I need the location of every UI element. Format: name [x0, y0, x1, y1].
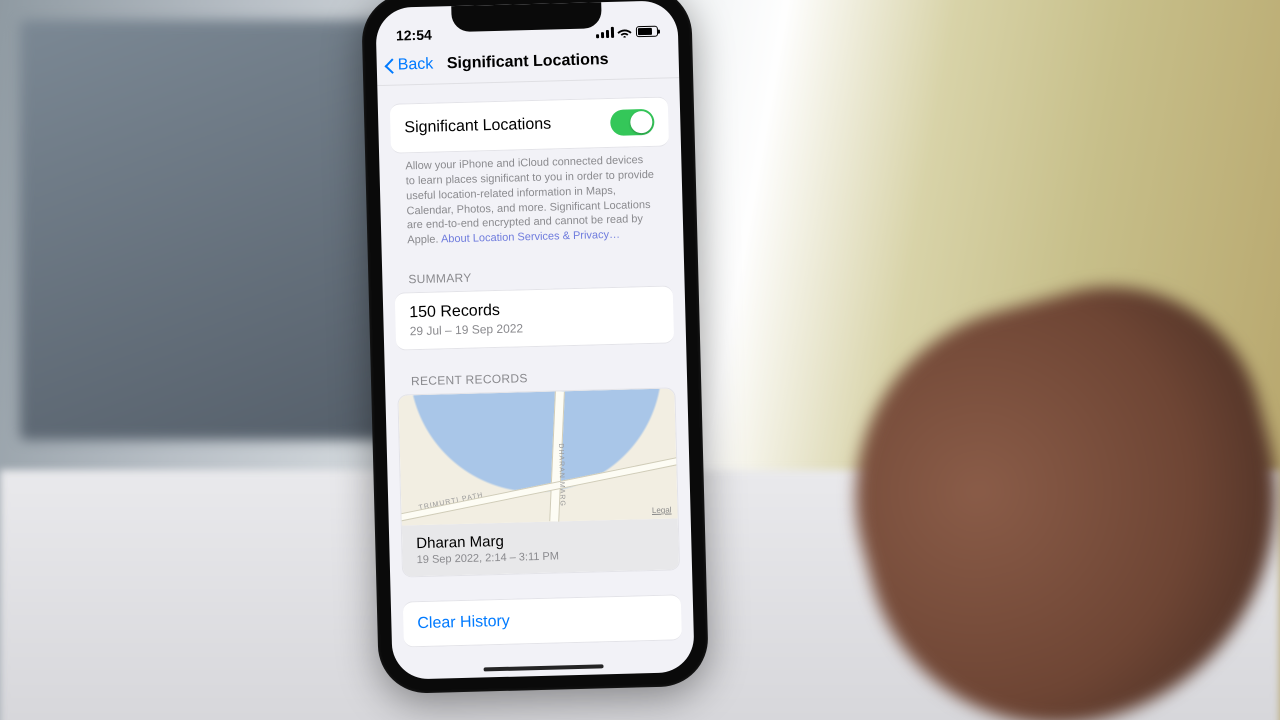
- recent-records-header: RECENT RECORDS: [384, 343, 687, 395]
- privacy-link[interactable]: About Location Services & Privacy…: [441, 229, 620, 246]
- cellular-icon: [596, 27, 613, 38]
- significant-locations-row: Significant Locations: [390, 96, 669, 153]
- phone-screen: 12:54 Back Significant Locations Signifi…: [375, 0, 694, 680]
- notch: [451, 2, 602, 32]
- map-legal-link[interactable]: Legal: [652, 506, 672, 516]
- significant-locations-toggle[interactable]: [610, 109, 655, 136]
- chevron-left-icon: [385, 56, 396, 74]
- clear-history-button[interactable]: Clear History: [403, 594, 682, 647]
- recent-record-card[interactable]: DHARAN MARG TRIMURTI PATH Legal Dharan M…: [397, 387, 680, 577]
- phone-frame: 12:54 Back Significant Locations Signifi…: [361, 0, 709, 694]
- battery-icon: [636, 26, 658, 38]
- toggle-label: Significant Locations: [404, 116, 551, 138]
- map-thumbnail: DHARAN MARG TRIMURTI PATH Legal: [398, 388, 677, 525]
- navigation-bar: Back Significant Locations: [376, 38, 679, 86]
- wifi-icon: [617, 26, 632, 37]
- content-scroll[interactable]: Significant Locations Allow your iPhone …: [377, 78, 694, 666]
- status-time: 12:54: [396, 27, 432, 44]
- record-row[interactable]: Dharan Marg 19 Sep 2022, 2:14 – 3:11 PM: [402, 518, 679, 576]
- home-indicator[interactable]: [484, 664, 604, 671]
- summary-cell[interactable]: 150 Records 29 Jul – 19 Sep 2022: [395, 285, 674, 350]
- toggle-description: Allow your iPhone and iCloud connected d…: [379, 146, 683, 249]
- summary-header: SUMMARY: [382, 241, 685, 293]
- back-button[interactable]: Back: [377, 55, 434, 74]
- back-label: Back: [398, 55, 434, 74]
- background-monitor: [20, 20, 400, 440]
- map-road-label: DHARAN MARG: [557, 443, 566, 507]
